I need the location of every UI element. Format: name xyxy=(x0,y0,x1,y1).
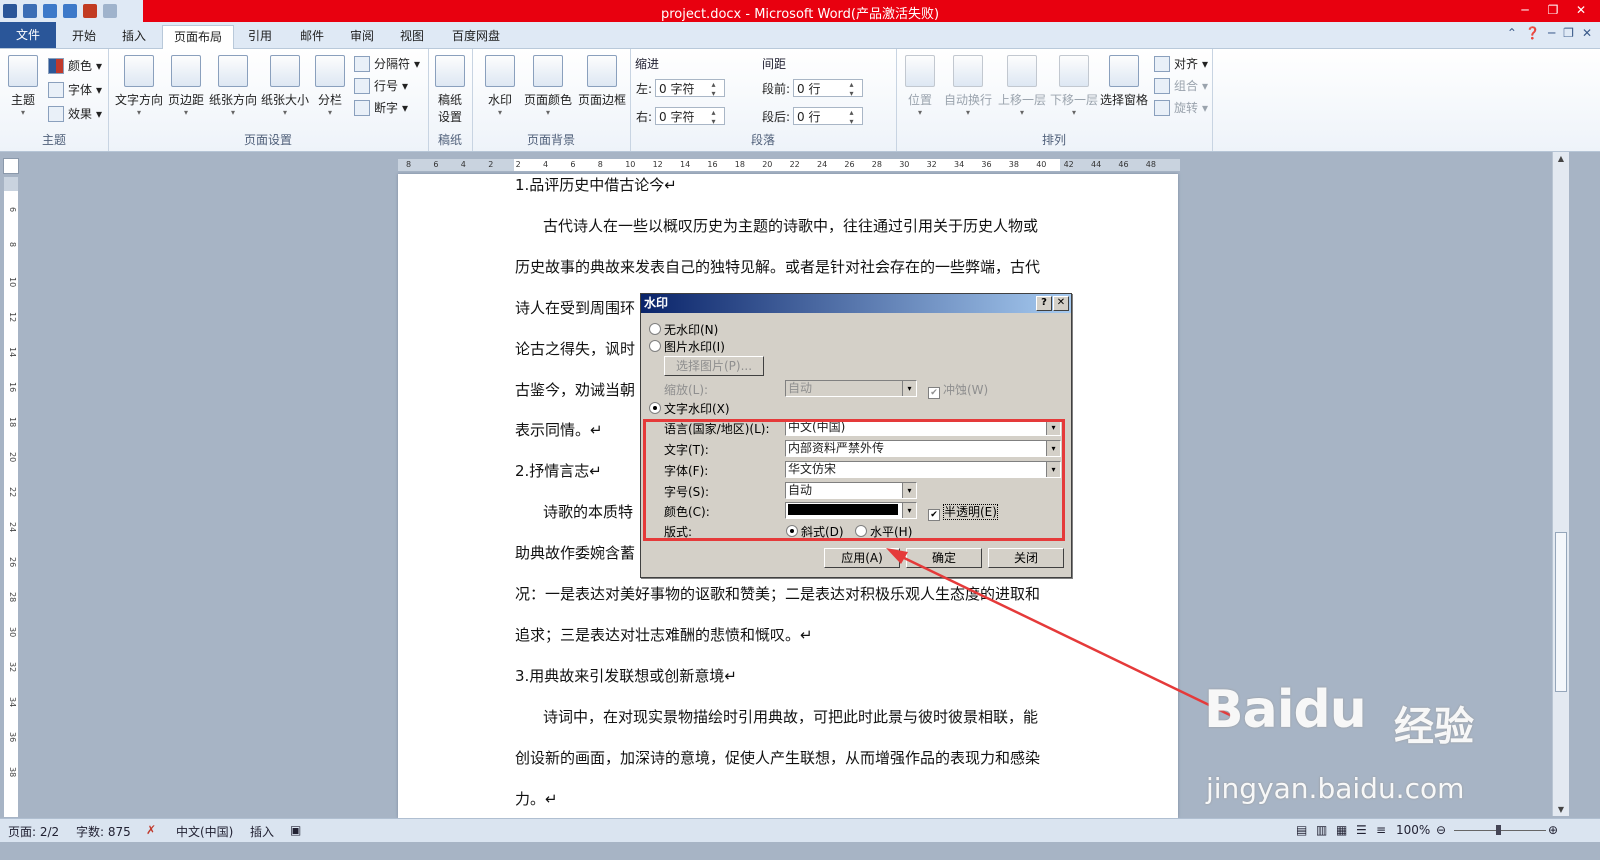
print-layout-icon[interactable]: ▤ xyxy=(1296,823,1307,837)
web-layout-icon[interactable]: ▦ xyxy=(1336,823,1347,837)
zoom-out-icon[interactable]: ⊖ xyxy=(1436,823,1446,837)
word-count[interactable]: 字数: 875 xyxy=(76,823,131,840)
status-bar: 页面: 2/2 字数: 875 ✗ 中文(中国) 插入 ▣ ▤ ▥ ▦ ☰ ≡ … xyxy=(0,818,1600,843)
baidu-jingyan-watermark: Baidu 经验 jingyan.baidu.com xyxy=(1204,680,1494,810)
macro-icon[interactable]: ▣ xyxy=(290,823,301,837)
zoom-slider-thumb[interactable] xyxy=(1496,825,1501,835)
draft-icon[interactable]: ≡ xyxy=(1376,823,1386,837)
reading-layout-icon[interactable]: ▥ xyxy=(1316,823,1327,837)
outline-icon[interactable]: ☰ xyxy=(1356,823,1367,837)
insert-mode[interactable]: 插入 xyxy=(250,823,274,840)
zoom-level[interactable]: 100% xyxy=(1396,823,1430,837)
language-status[interactable]: 中文(中国) xyxy=(176,823,233,840)
baidu-logo: Baidu xyxy=(1204,680,1367,740)
zoom-in-icon[interactable]: ⊕ xyxy=(1548,823,1558,837)
proofing-icon[interactable]: ✗ xyxy=(146,823,156,837)
jingyan-logo: 经验 xyxy=(1394,704,1474,750)
watermark-url: jingyan.baidu.com xyxy=(1206,772,1465,805)
page-count[interactable]: 页面: 2/2 xyxy=(8,823,59,840)
